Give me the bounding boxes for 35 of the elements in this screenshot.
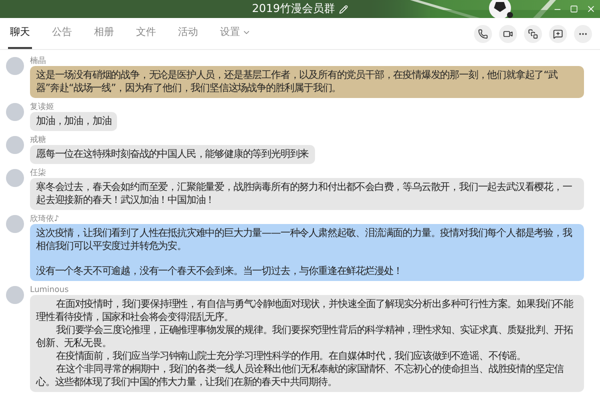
tab[interactable]: 设置: [218, 18, 253, 49]
more-button[interactable]: [574, 24, 592, 42]
message-text: 加油，加油，加油: [36, 115, 112, 128]
window-title: 2019竹漫会员群: [252, 0, 335, 17]
message-plus-icon: [553, 28, 563, 38]
phone-icon: [478, 28, 488, 38]
tab[interactable]: 相册: [92, 18, 116, 49]
sender-name: 楠晶: [30, 55, 47, 66]
message-text: 在这个非同寻常的桐期中，我们的各类一线人员诠释出他们无私奉献的家国情怀、不忘初心的使命担当、战胜疫情的坚定信心。这些都体现了我们中国的伟大力量，让我们在新的春天中共同期待。: [36, 363, 565, 389]
sender-name: 任柒: [30, 167, 47, 178]
maximize-icon[interactable]: [570, 5, 578, 13]
sender-name: 欣琦依♪: [30, 213, 60, 224]
message-text: 这是一场没有硝烟的战争，无论是医护人员，还是基层工作者，以及所有的党员干部，在疫情爆发的那一刻，他们就拿起了“武器”奔赴“战场一线”，因为有了他们，我们坚信这场战争的胜利属于我们。: [36, 69, 559, 95]
message-text: 这次疫情，让我们看到了人性在抵抗灾难中的巨大力量——一种令人肃然起敬、泪流满面的力量。疫情对我们每个人都是考验，我相信我们可以平安度过并转危为安。: [36, 227, 573, 253]
video-button[interactable]: [499, 24, 517, 42]
phone-button[interactable]: [474, 24, 492, 42]
sender-name: Luminous: [30, 284, 70, 295]
edit-icon[interactable]: [339, 4, 348, 14]
close-icon[interactable]: [586, 4, 596, 14]
sender-name: 戒糖: [30, 134, 47, 145]
overlapping-squares-icon: [528, 28, 538, 38]
sender-name: 复读姬: [30, 101, 55, 112]
tab[interactable]: 文件: [134, 18, 158, 49]
message-text: 没有一个冬天不可逾越，没有一个春天不会到来。当一切过去，与你重逢在鲜花烂漫处！: [36, 265, 404, 278]
screen-button[interactable]: [524, 24, 542, 42]
message-text: 在疫情面前，我们应当学习钟南山院士充分学习理性科学的作用。在自媒体时代，我们应该做到不造谣、不传谣。: [55, 350, 528, 363]
message-text: 愿每一位在这特殊时刻奋战的中国人民，能够健康的等到光明到来: [36, 148, 309, 161]
tab[interactable]: 活动: [176, 18, 200, 49]
add-message-button[interactable]: [549, 24, 567, 42]
tab[interactable]: 聊天: [8, 18, 32, 49]
video-camera-icon: [503, 28, 513, 38]
message-text: 在面对疫情时，我们要保持理性，有自信与勇气冷静地面对现状，并快速全面了解现实分析出多种可行性方案。如果我们不能理性看待疫情，国家和社会将会变得混乱无序。: [36, 298, 574, 324]
message-text: 寒冬会过去，春天会如约而至爱，汇聚能量爱，战胜病毒所有的努力和付出都不会白费，等乌云散开，我们一起去武汉看樱花，一起去迎接新的春天！武汉加油！中国加油！: [36, 181, 573, 207]
message-text: 我们要学会三度论推理，正确推理事物发展的规律。我们要探究理性背后的科学精神，理性求知、实证求真、质疑批判、开拓创新、无私无畏。: [36, 324, 574, 350]
tab[interactable]: 公告: [50, 18, 74, 49]
